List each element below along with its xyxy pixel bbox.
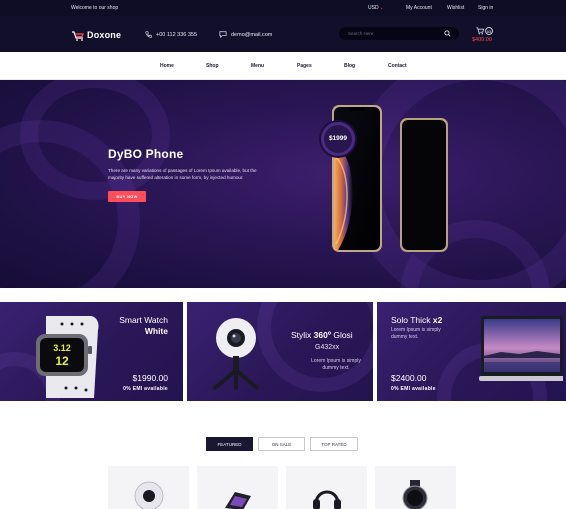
top-bar: Welcome to our shop USD⌄ My Account Wish… bbox=[0, 0, 566, 16]
laptop-image bbox=[479, 316, 563, 381]
header: Doxone +00 112 336 355 demo@mail.com Sea… bbox=[0, 16, 566, 52]
product-card[interactable] bbox=[197, 466, 278, 509]
hero-title: DyBO Phone bbox=[108, 147, 184, 161]
stylix-title-part: Stylix bbox=[291, 330, 314, 340]
svg-text:3.12: 3.12 bbox=[53, 343, 71, 353]
cart-button[interactable]: 03 $400.00 bbox=[471, 26, 501, 48]
stylix-title: Stylix 360º Glosi bbox=[291, 330, 353, 340]
chevron-down-icon: ⌄ bbox=[379, 5, 384, 11]
product-smartwatch-image bbox=[402, 480, 428, 509]
main-nav: Home Shop Menu Pages Blog Contact bbox=[0, 52, 566, 80]
nav-item-menu[interactable]: Menu bbox=[251, 63, 264, 69]
my-account-link[interactable]: My Account bbox=[406, 5, 432, 11]
smart-watch-image: 3.12 12 bbox=[36, 316, 99, 398]
tab-featured[interactable]: FEATURED bbox=[206, 437, 253, 451]
chat-icon bbox=[219, 31, 227, 38]
hero-decor-ring bbox=[20, 80, 170, 200]
currency-label: USD bbox=[368, 5, 379, 11]
cart-logo-icon bbox=[72, 30, 84, 41]
email-address: demo@mail.com bbox=[231, 31, 273, 38]
nav-item-shop[interactable]: Shop bbox=[206, 63, 219, 69]
product-card[interactable] bbox=[375, 466, 456, 509]
promo-banner-smart-watch[interactable]: 3.12 12 Smart Watch White $1990.00 0% EM… bbox=[0, 302, 183, 401]
header-email: demo@mail.com bbox=[219, 31, 272, 38]
search-input[interactable]: Search Here bbox=[339, 27, 459, 40]
promo-banner-solo-thick[interactable]: Solo Thick x2 Lorem Ipsum is simply dumm… bbox=[377, 302, 566, 401]
stylix-description: Lorem Ipsum is simply dummy text. bbox=[311, 358, 361, 371]
stylix-title-part: Glosi bbox=[330, 330, 353, 340]
phone-number: +00 112 336 355 bbox=[156, 31, 198, 38]
smart-watch-emi: 0% EMI available bbox=[123, 386, 168, 392]
cart-icon bbox=[476, 27, 484, 35]
cart-count-badge: 03 bbox=[485, 27, 493, 35]
smart-watch-subtitle: White bbox=[144, 326, 168, 336]
smart-watch-price: $1990.00 bbox=[132, 373, 168, 383]
price-badge: $1999 bbox=[321, 122, 355, 156]
logo-text: Doxone bbox=[87, 30, 122, 40]
svg-text:12: 12 bbox=[55, 354, 69, 368]
buy-now-button[interactable]: BUY NOW bbox=[108, 191, 146, 202]
solo-thick-title: Solo Thick x2 bbox=[391, 315, 442, 325]
solo-thick-emi: 0% EMI available bbox=[391, 386, 436, 392]
solo-thick-title-part: Solo Thick bbox=[391, 315, 433, 325]
product-tablet-image bbox=[225, 492, 251, 509]
welcome-text: Welcome to our shop bbox=[71, 5, 119, 11]
solo-thick-price: $2400.00 bbox=[391, 373, 427, 383]
header-phone: +00 112 336 355 bbox=[145, 31, 197, 38]
phone-icon bbox=[145, 31, 152, 38]
stylix-model: G432xx bbox=[315, 344, 340, 351]
page: Welcome to our shop USD⌄ My Account Wish… bbox=[0, 0, 566, 509]
product-card[interactable] bbox=[286, 466, 367, 509]
360-camera-image bbox=[213, 318, 259, 390]
search-icon[interactable] bbox=[444, 30, 451, 37]
smart-watch-title: Smart Watch bbox=[119, 315, 168, 325]
hero-banner: DyBO Phone There are many variations of … bbox=[0, 80, 566, 288]
currency-selector[interactable]: USD⌄ bbox=[368, 5, 384, 11]
sign-in-link[interactable]: Sign in bbox=[478, 5, 493, 11]
tab-top-rated[interactable]: TOP RATED bbox=[310, 437, 358, 451]
nav-item-pages[interactable]: Pages bbox=[297, 63, 312, 69]
stylix-title-bold: 360º bbox=[313, 330, 331, 340]
logo[interactable]: Doxone bbox=[71, 29, 121, 41]
search-placeholder: Search Here bbox=[348, 31, 374, 36]
wishlist-link[interactable]: Wishlist bbox=[447, 5, 464, 11]
nav-item-blog[interactable]: Blog bbox=[344, 63, 355, 69]
nav-item-contact[interactable]: Contact bbox=[388, 63, 407, 69]
cart-total: $400.00 bbox=[472, 37, 492, 43]
product-card[interactable] bbox=[108, 466, 189, 509]
nav-item-home[interactable]: Home bbox=[160, 63, 174, 69]
solo-thick-description: Lorem Ipsum is simply dummy text. bbox=[391, 327, 441, 340]
product-headphones-image bbox=[313, 490, 341, 509]
product-360-camera-image bbox=[134, 481, 164, 509]
hero-description: There are many variations of passages of… bbox=[108, 168, 257, 180]
solo-thick-title-bold: x2 bbox=[432, 315, 443, 325]
tab-on-sale[interactable]: ON SALE bbox=[258, 437, 305, 451]
promo-banner-stylix-360[interactable]: Stylix 360º Glosi G432xx Lorem Ipsum is … bbox=[187, 302, 373, 401]
